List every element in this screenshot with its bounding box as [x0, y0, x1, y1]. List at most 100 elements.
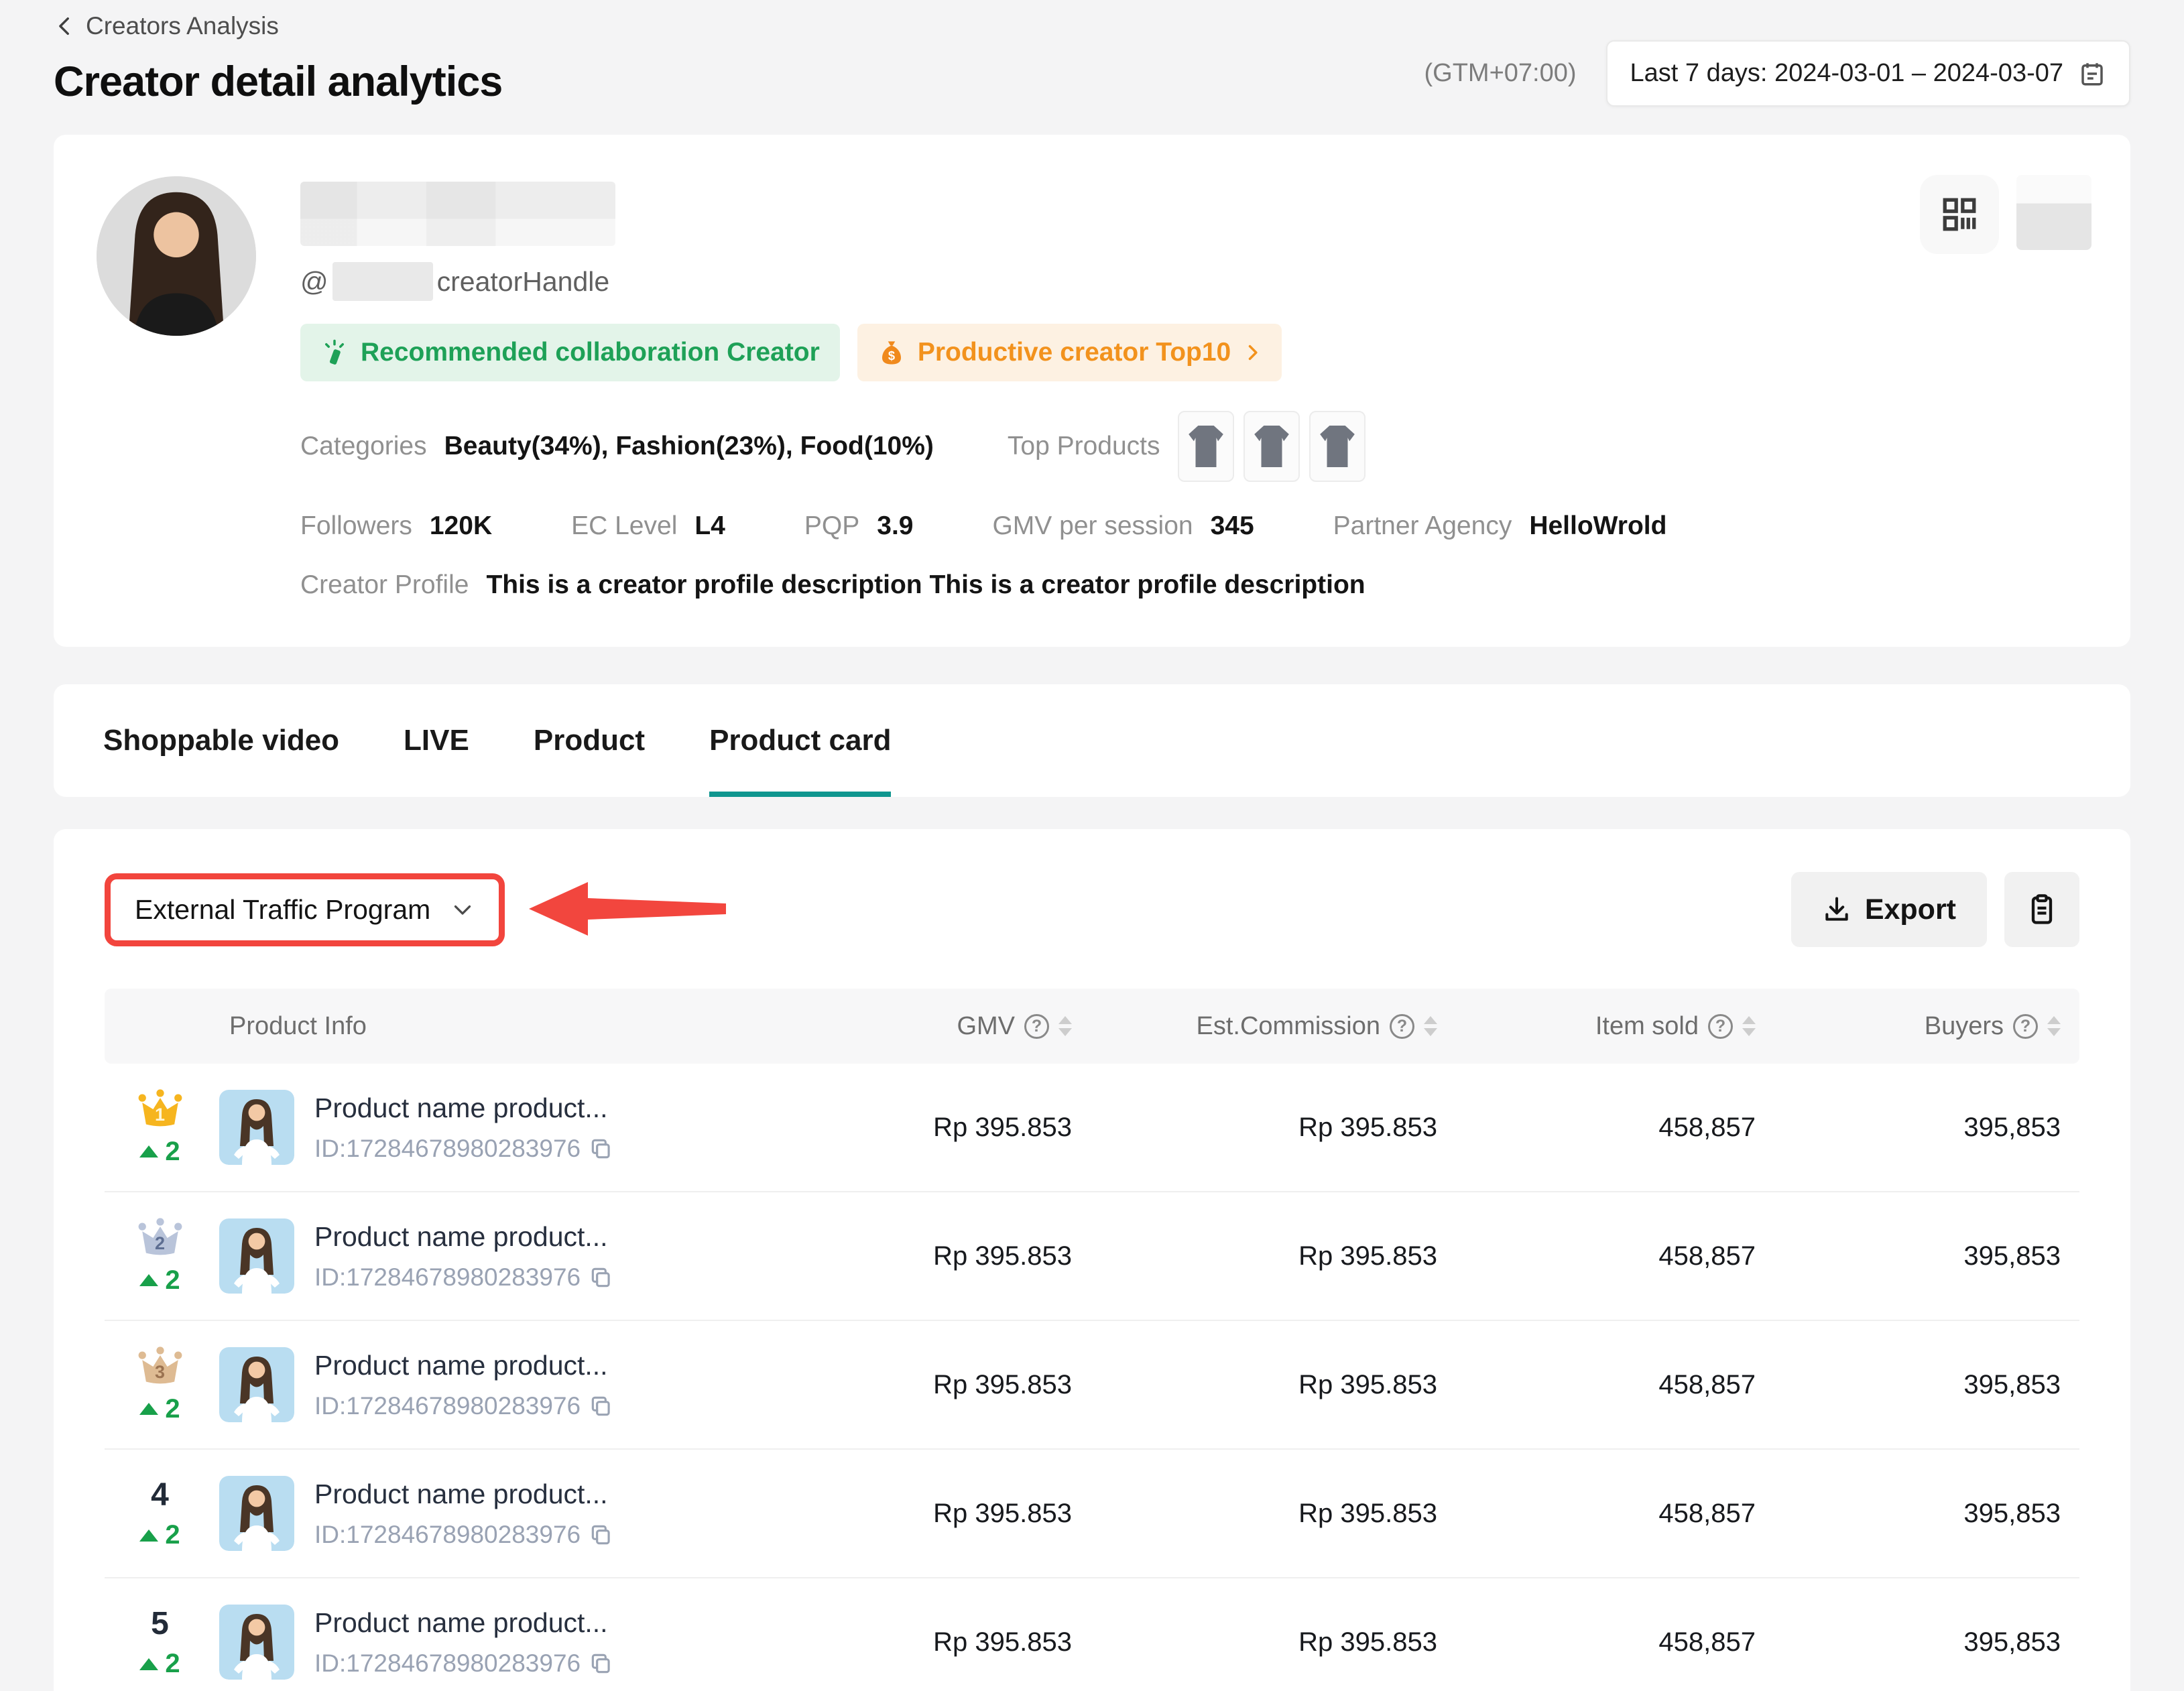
product-photo	[219, 1090, 294, 1165]
productive-badge-label: Productive creator Top10	[918, 338, 1231, 367]
handle-at: @	[300, 266, 328, 298]
gmv-value: Rp 395.853	[802, 1113, 1091, 1143]
rank-cell: 2 2	[105, 1217, 215, 1296]
table-toolbar: External Traffic Program Export	[105, 872, 2079, 947]
buyers-value: 395,853	[1774, 1113, 2079, 1143]
sort-carets[interactable]	[1424, 1016, 1437, 1036]
product-name[interactable]: Product name product...	[314, 1092, 614, 1124]
sort-carets[interactable]	[1742, 1016, 1756, 1036]
help-icon[interactable]: ?	[2013, 1014, 2038, 1039]
badges-row: Recommended collaboration Creator $ Prod…	[300, 324, 2087, 381]
tab-product-card[interactable]: Product card	[709, 684, 891, 797]
rank-change: 2	[139, 1649, 180, 1679]
table-row: 5 2 Product name product...	[105, 1578, 2079, 1691]
top-product-thumbnail[interactable]	[1243, 411, 1300, 482]
top-product-thumbnail[interactable]	[1309, 411, 1366, 482]
date-range-picker[interactable]: Last 7 days: 2024-03-01 – 2024-03-07	[1606, 40, 2130, 107]
top-products-thumbnails	[1178, 411, 1366, 482]
product-image[interactable]	[219, 1476, 294, 1551]
download-icon	[1822, 895, 1852, 924]
product-image[interactable]	[219, 1605, 294, 1680]
product-name[interactable]: Product name product...	[314, 1607, 614, 1639]
creator-profile-value: This is a creator profile description Th…	[486, 570, 1365, 600]
commission-value: Rp 395.853	[1091, 1370, 1456, 1400]
help-icon[interactable]: ?	[1708, 1014, 1733, 1039]
rank-number: 5	[151, 1605, 169, 1642]
product-name[interactable]: Product name product...	[314, 1221, 614, 1253]
product-cell: Product name product... ID:1728467898028…	[215, 1090, 802, 1165]
sort-carets[interactable]	[1058, 1016, 1072, 1036]
rank-number: 4	[151, 1477, 169, 1513]
sweater-icon	[1251, 420, 1292, 473]
rank-number: 1	[136, 1105, 184, 1125]
col-gmv[interactable]: GMV ?	[802, 1012, 1091, 1041]
buyers-value: 395,853	[1774, 1499, 2079, 1529]
copy-icon[interactable]	[589, 1651, 614, 1676]
product-id-row: ID:17284678980283976	[314, 1263, 614, 1292]
product-id-row: ID:17284678980283976	[314, 1521, 614, 1549]
tab-shoppable-video[interactable]: Shoppable video	[103, 684, 339, 797]
money-bag-icon: $	[877, 338, 906, 367]
recommended-badge: Recommended collaboration Creator	[300, 324, 840, 381]
stat-ec-level: EC Level L4	[571, 511, 725, 541]
up-arrow-icon	[139, 1403, 158, 1415]
table-header: Product Info GMV ? Est.Commission ? Item…	[105, 989, 2079, 1064]
date-range-value: Last 7 days: 2024-03-01 – 2024-03-07	[1630, 59, 2063, 88]
copy-icon[interactable]	[589, 1393, 614, 1419]
top-header: Creators Analysis Creator detail analyti…	[54, 12, 2130, 107]
help-icon[interactable]: ?	[1390, 1014, 1414, 1039]
product-id: ID:17284678980283976	[314, 1263, 581, 1292]
annotation-arrow	[528, 881, 729, 938]
product-photo	[219, 1605, 294, 1680]
copy-icon[interactable]	[589, 1522, 614, 1548]
rank-change: 2	[139, 1265, 180, 1296]
clipboard-button[interactable]	[2004, 872, 2079, 947]
stat-followers: Followers 120K	[300, 511, 492, 541]
tab-live[interactable]: LIVE	[404, 684, 469, 797]
breadcrumb[interactable]: Creators Analysis	[54, 12, 502, 40]
gmv-value: Rp 395.853	[802, 1499, 1091, 1529]
buyers-value: 395,853	[1774, 1370, 2079, 1400]
rank-change-value: 2	[165, 1265, 180, 1296]
stat-partner-agency: Partner Agency HelloWrold	[1333, 511, 1667, 541]
product-image[interactable]	[219, 1090, 294, 1165]
copy-icon[interactable]	[589, 1265, 614, 1290]
col-buyers[interactable]: Buyers ?	[1774, 1012, 2079, 1041]
handle-text: creatorHandle	[437, 266, 610, 298]
sort-carets[interactable]	[2047, 1016, 2061, 1036]
product-id: ID:17284678980283976	[314, 1135, 581, 1163]
handle-blur-chip	[332, 262, 433, 301]
product-image[interactable]	[219, 1347, 294, 1422]
rank-badge: 1	[136, 1088, 184, 1130]
product-cell: Product name product... ID:1728467898028…	[215, 1476, 802, 1551]
product-name[interactable]: Product name product...	[314, 1350, 614, 1381]
gmv-value: Rp 395.853	[802, 1241, 1091, 1271]
breadcrumb-label: Creators Analysis	[86, 12, 279, 40]
copy-icon[interactable]	[589, 1136, 614, 1162]
traffic-program-dropdown[interactable]: External Traffic Program	[105, 873, 505, 946]
rank-badge: 5	[136, 1605, 184, 1642]
calendar-icon	[2078, 60, 2106, 88]
buyers-value: 395,853	[1774, 1627, 2079, 1657]
rank-change: 2	[139, 1394, 180, 1424]
export-button[interactable]: Export	[1791, 872, 1987, 947]
tab-product[interactable]: Product	[534, 684, 645, 797]
product-name[interactable]: Product name product...	[314, 1479, 614, 1510]
product-info: Product name product... ID:1728467898028…	[314, 1479, 614, 1549]
qr-code-button[interactable]	[1920, 175, 1999, 254]
col-product-info: Product Info	[105, 1012, 802, 1041]
rank-badge: 3	[136, 1346, 184, 1387]
product-image[interactable]	[219, 1218, 294, 1294]
product-cell: Product name product... ID:1728467898028…	[215, 1218, 802, 1294]
commission-value: Rp 395.853	[1091, 1113, 1456, 1143]
table-row: 4 2 Product name product...	[105, 1450, 2079, 1578]
rank-badge: 4	[136, 1477, 184, 1513]
top-product-thumbnail[interactable]	[1178, 411, 1234, 482]
up-arrow-icon	[139, 1658, 158, 1670]
help-icon[interactable]: ?	[1024, 1014, 1049, 1039]
col-item-sold[interactable]: Item sold ?	[1456, 1012, 1774, 1041]
productive-badge[interactable]: $ Productive creator Top10	[857, 324, 1282, 381]
categories-value: Beauty(34%), Fashion(23%), Food(10%)	[444, 432, 934, 461]
commission-value: Rp 395.853	[1091, 1241, 1456, 1271]
col-est-commission[interactable]: Est.Commission ?	[1091, 1012, 1456, 1041]
